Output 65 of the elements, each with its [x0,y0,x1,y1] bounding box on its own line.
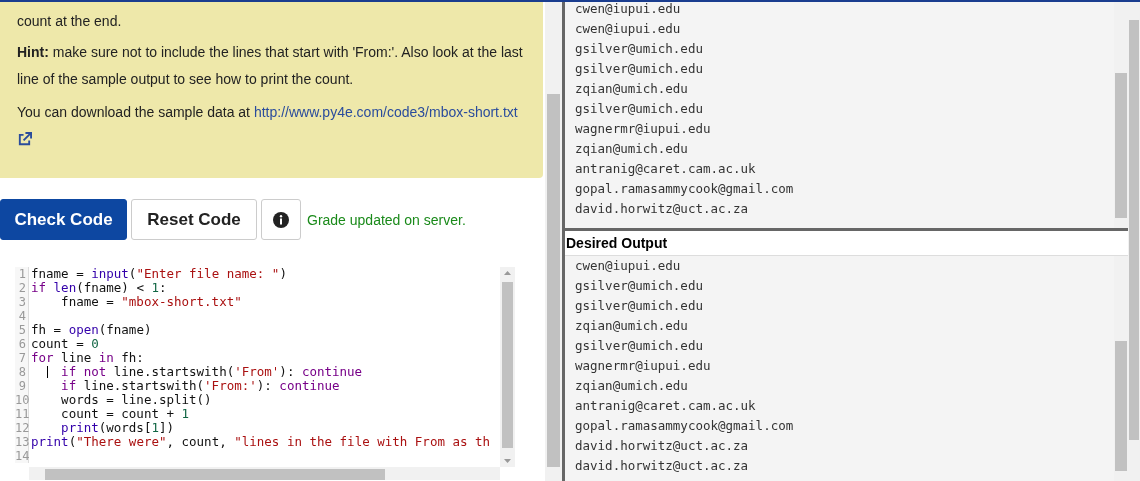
scrollbar[interactable] [500,267,515,467]
output-line: cwen@iupui.edu [575,2,682,18]
line-number: 6 [15,337,29,351]
output-line: gopal.ramasammycook@gmail.com [575,417,795,435]
output-line: zqian@umich.edu [575,317,689,335]
line-number: 10 [15,393,29,407]
line-number: 13 [15,435,29,449]
code-line: for line in fh: [30,351,144,365]
output-line: gsilver@umich.edu [575,60,704,78]
code-line: if len(fname) < 1: [30,281,167,295]
line-number: 4 [15,309,29,323]
line-number: 8 [15,365,29,379]
code-editor[interactable] [15,267,515,480]
data-link[interactable]: http://www.py4e.com/code3/mbox-short.txt [253,104,518,120]
code-button[interactable]: Check Code [0,199,127,240]
code-button[interactable]: Reset Code [131,199,257,240]
output-line: gsilver@umich.edu [575,277,704,295]
line-number: 3 [15,295,29,309]
code-line: fname = input("Enter file name: ") [30,267,287,281]
scrollbar[interactable] [1128,2,1140,481]
output-line: cwen@iupui.edu [575,20,682,38]
status-message: Grade updated on server. [307,211,466,228]
code-line: print(words[1]) [60,421,174,435]
output-line: david.horwitz@uct.ac.za [575,200,750,218]
output-line: zqian@umich.edu [575,80,689,98]
output-line: antranig@caret.cam.ac.uk [575,397,757,415]
line-number: 14 [15,449,29,463]
line-number: 2 [15,281,29,295]
line-number: 7 [15,351,29,365]
output-line: gsilver@umich.edu [575,297,704,315]
info-button[interactable] [261,199,301,240]
instruction-text: Hint: make sure not to include the lines that start with 'From:'. Also look at the last line of the sample output to see how to print the count. [17,43,524,89]
info-icon [273,211,289,228]
scroll-down-icon[interactable] [504,459,511,463]
line-number: 12 [15,421,29,435]
line-number: 5 [15,323,29,337]
instruction-text: count at the end. [17,12,123,31]
code-line: fname = "mbox-short.txt" [60,295,242,309]
code-line: words = line.split() [60,393,212,407]
output-line: gopal.ramasammycook@gmail.com [575,180,795,198]
line-number: 11 [15,407,29,421]
output-line: zqian@umich.edu [575,140,689,158]
output-line: cwen@iupui.edu [575,257,682,275]
line-number: 9 [15,379,29,393]
scroll-up-icon[interactable] [504,271,511,275]
scrollbar[interactable] [545,2,562,481]
output-line: david.horwitz@uct.ac.za [575,437,750,455]
output-line: david.horwitz@uct.ac.za [575,457,750,475]
download-text: You can download the sample data at [17,104,250,120]
output-line: zqian@umich.edu [575,377,689,395]
code-line: if not line.startswith('From'): continue [60,365,363,379]
output-line: gsilver@umich.edu [575,40,704,58]
output-line: gsilver@umich.edu [575,100,704,118]
line-number: 1 [15,267,29,281]
output-line: wagnermr@iupui.edu [575,357,712,375]
code-line: fh = open(fname) [30,323,152,337]
code-line: count = 0 [30,337,99,351]
code-line: if line.startswith('From:'): continue [60,379,340,393]
output-line: gsilver@umich.edu [575,337,704,355]
scrollbar[interactable] [29,467,500,480]
output-line: antranig@caret.cam.ac.uk [575,160,757,178]
code-line: count = count + 1 [60,407,190,421]
external-link-icon[interactable] [17,132,32,147]
output-line: wagnermr@iupui.edu [575,120,712,138]
code-line: print("There were", count, "lines in the file with From as th [30,435,491,449]
